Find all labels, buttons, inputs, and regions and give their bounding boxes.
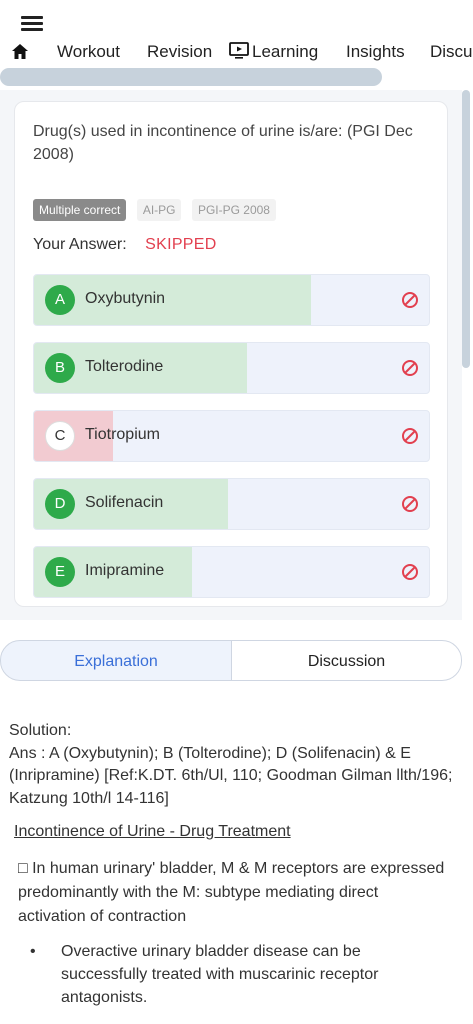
tab-discussion-nav[interactable]: Discu xyxy=(430,42,473,62)
option-e-text: Imipramine xyxy=(85,562,165,579)
option-a[interactable]: A Oxybutynin xyxy=(33,274,430,326)
hamburger-menu-icon[interactable] xyxy=(21,14,43,32)
option-d[interactable]: D Solifenacin xyxy=(33,478,430,530)
tab-discussion[interactable]: Discussion xyxy=(231,640,462,681)
blocked-icon xyxy=(402,360,418,376)
tab-insights[interactable]: Insights xyxy=(346,42,405,62)
option-a-fill xyxy=(34,275,311,325)
option-d-text: Solifenacin xyxy=(85,494,164,511)
tab-learning[interactable]: Learning xyxy=(229,42,318,62)
option-b-letter: B xyxy=(45,353,75,383)
option-c[interactable]: C Tiotropium xyxy=(33,410,430,462)
your-answer-label: Your Answer: xyxy=(33,236,127,253)
option-c-letter: C xyxy=(45,421,75,451)
option-b[interactable]: B Tolterodine xyxy=(33,342,430,394)
video-play-icon xyxy=(229,42,249,59)
tab-explanation[interactable]: Explanation xyxy=(0,640,232,681)
option-e[interactable]: E Imipramine xyxy=(33,546,430,598)
blocked-icon xyxy=(402,564,418,580)
solution-block: Solution: Ans : A (Oxybutynin); B (Tolte… xyxy=(9,720,464,810)
option-a-text: Oxybutynin xyxy=(85,290,166,307)
tab-learning-label: Learning xyxy=(252,42,319,61)
your-answer: Your Answer: SKIPPED xyxy=(33,236,217,254)
option-b-text: Tolterodine xyxy=(85,358,164,375)
option-d-letter: D xyxy=(45,489,75,519)
solution-answer: Ans : A (Oxybutynin); B (Tolterodine); D… xyxy=(9,744,453,807)
blocked-icon xyxy=(402,428,418,444)
bullet-dot: • xyxy=(30,943,36,960)
solution-label: Solution: xyxy=(9,722,72,739)
tab-workout[interactable]: Workout xyxy=(57,42,120,62)
section-heading: Incontinence of Urine - Drug Treatment xyxy=(14,823,291,840)
question-text: Drug(s) used in incontinence of urine is… xyxy=(33,123,413,163)
explanation-paragraph: □ In human urinary' bladder, M & M recep… xyxy=(18,860,445,925)
tab-revision[interactable]: Revision xyxy=(147,42,212,62)
option-a-letter: A xyxy=(45,285,75,315)
blocked-icon xyxy=(402,496,418,512)
top-bar: Workout Revision Learning Insights Discu xyxy=(0,0,473,90)
blocked-icon xyxy=(402,292,418,308)
question-badges: Multiple correct AI-PG PGI-PG 2008 xyxy=(33,199,282,221)
nav-tabs: Workout Revision Learning Insights Discu xyxy=(0,38,473,68)
solution-tabs: Explanation Discussion xyxy=(0,640,462,681)
horizontal-scrollbar[interactable] xyxy=(0,68,382,86)
home-icon[interactable] xyxy=(10,42,30,62)
option-c-text: Tiotropium xyxy=(85,426,160,443)
badge-multiple-correct: Multiple correct xyxy=(33,199,127,221)
badge-exam: AI-PG xyxy=(136,199,182,221)
answer-status: SKIPPED xyxy=(145,236,217,253)
question-card: Drug(s) used in incontinence of urine is… xyxy=(14,101,448,607)
option-e-letter: E xyxy=(45,557,75,587)
vertical-scrollbar[interactable] xyxy=(462,90,470,368)
bullet-text: Overactive urinary bladder disease can b… xyxy=(61,943,379,1006)
badge-exam-year: PGI-PG 2008 xyxy=(191,199,276,221)
